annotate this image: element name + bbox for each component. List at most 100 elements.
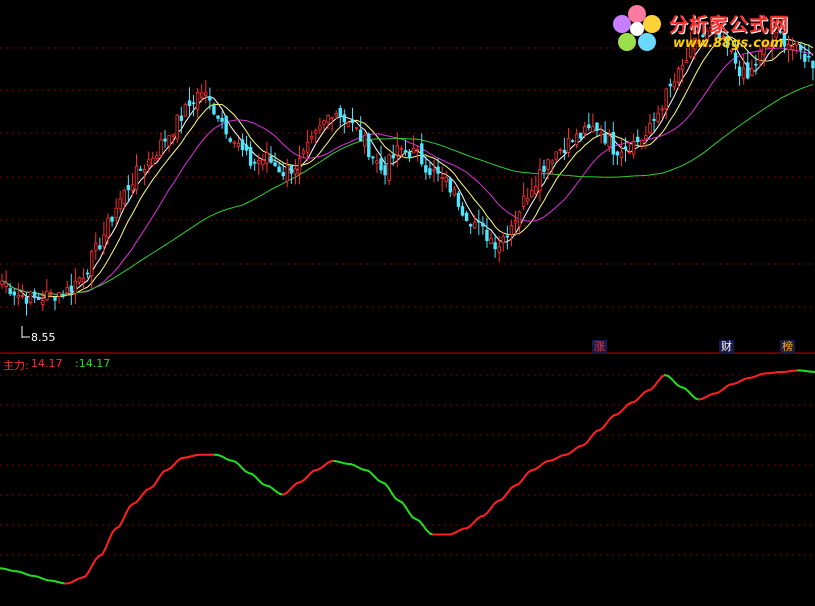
candle-body xyxy=(252,161,257,164)
candle-body xyxy=(680,64,685,71)
candle-body xyxy=(615,151,620,156)
moving-average-line xyxy=(1,47,814,295)
candle-body xyxy=(631,140,636,155)
candle-body xyxy=(322,120,326,125)
candle-body xyxy=(130,184,135,191)
candle-body xyxy=(644,135,648,140)
candle-body xyxy=(578,132,583,139)
candle-body xyxy=(28,291,33,304)
low-price-marker xyxy=(21,326,30,338)
candle-body xyxy=(595,122,599,131)
candle-body xyxy=(554,151,558,160)
candle-body xyxy=(505,235,510,238)
candle-body xyxy=(285,165,289,182)
candle-body xyxy=(367,133,371,158)
indicator-value-2: :14.17 xyxy=(75,357,111,370)
candle-body xyxy=(403,150,408,152)
candle-body xyxy=(509,225,514,235)
candle-body xyxy=(73,280,78,294)
candle-body xyxy=(436,166,440,174)
indicator-segment xyxy=(101,546,107,556)
candle-body xyxy=(350,119,355,124)
candle-body xyxy=(4,282,8,287)
candle-body xyxy=(61,294,65,297)
candle-body xyxy=(737,66,742,77)
candle-body xyxy=(619,151,624,158)
candle-body xyxy=(37,296,41,300)
candle-body xyxy=(399,147,404,150)
candle-body xyxy=(314,130,318,134)
candle-body xyxy=(118,198,122,209)
candle-body xyxy=(342,114,347,123)
candle-body xyxy=(513,220,518,224)
candle-body xyxy=(32,291,37,298)
candle-body xyxy=(432,169,436,172)
indicator-segment xyxy=(108,531,114,541)
candle-body xyxy=(411,147,416,154)
candle-body xyxy=(375,160,379,164)
indicator-segment xyxy=(87,564,94,573)
candle-body xyxy=(305,142,310,153)
candle-body xyxy=(16,294,21,298)
candle-body xyxy=(354,127,359,129)
indicator-segment xyxy=(104,538,111,549)
candle-body xyxy=(261,159,265,166)
candle-body xyxy=(746,62,750,79)
candle-body xyxy=(750,68,754,76)
candle-body xyxy=(477,220,481,223)
candle-body xyxy=(676,68,681,83)
moving-average-line xyxy=(1,36,814,298)
flower-icon xyxy=(613,5,661,51)
candle-body xyxy=(599,132,603,136)
candle-body xyxy=(45,290,49,301)
candle-body xyxy=(301,150,306,155)
candle-body xyxy=(546,159,550,170)
candle-body xyxy=(501,236,505,244)
candle-body xyxy=(20,295,25,297)
candle-body xyxy=(200,92,204,98)
candle-body xyxy=(65,287,69,294)
moving-average-line xyxy=(1,31,814,300)
candle-body xyxy=(49,291,53,294)
candle-body xyxy=(538,169,542,192)
candle-body xyxy=(12,291,16,296)
candle-body xyxy=(289,164,294,174)
candle-body xyxy=(57,292,61,297)
badge-zhang: 涨 xyxy=(592,340,607,353)
candle-body xyxy=(151,157,155,166)
badge-cai: 财 xyxy=(719,340,734,353)
stock-chart xyxy=(0,15,815,585)
candle-body xyxy=(387,154,391,181)
candle-body xyxy=(640,140,644,146)
candle-body xyxy=(69,285,74,293)
candle-body xyxy=(358,129,363,142)
candle-body xyxy=(228,138,232,142)
candle-body xyxy=(191,102,196,105)
candle-body xyxy=(521,195,526,207)
candle-body xyxy=(440,176,444,179)
candle-body xyxy=(583,126,587,134)
candle-body xyxy=(587,124,591,129)
candle-body xyxy=(297,158,302,174)
candle-body xyxy=(652,118,656,121)
candle-body xyxy=(244,144,249,151)
candle-body xyxy=(94,242,98,251)
candle-body xyxy=(570,140,575,143)
candle-body xyxy=(807,55,811,58)
candle-body xyxy=(497,246,501,253)
candle-body xyxy=(530,190,534,198)
candle-body xyxy=(452,188,457,196)
candle-body xyxy=(277,166,281,173)
candle-body xyxy=(672,81,677,88)
candle-body xyxy=(363,134,367,147)
candle-body xyxy=(636,136,640,143)
candle-body xyxy=(493,242,497,250)
candle-body xyxy=(171,133,175,137)
candle-body xyxy=(248,147,253,166)
candle-body xyxy=(464,212,469,221)
candle-body xyxy=(562,149,567,153)
candle-body xyxy=(603,133,607,144)
candle-body xyxy=(24,296,29,304)
candle-body xyxy=(310,135,314,139)
candle-body xyxy=(607,135,611,148)
